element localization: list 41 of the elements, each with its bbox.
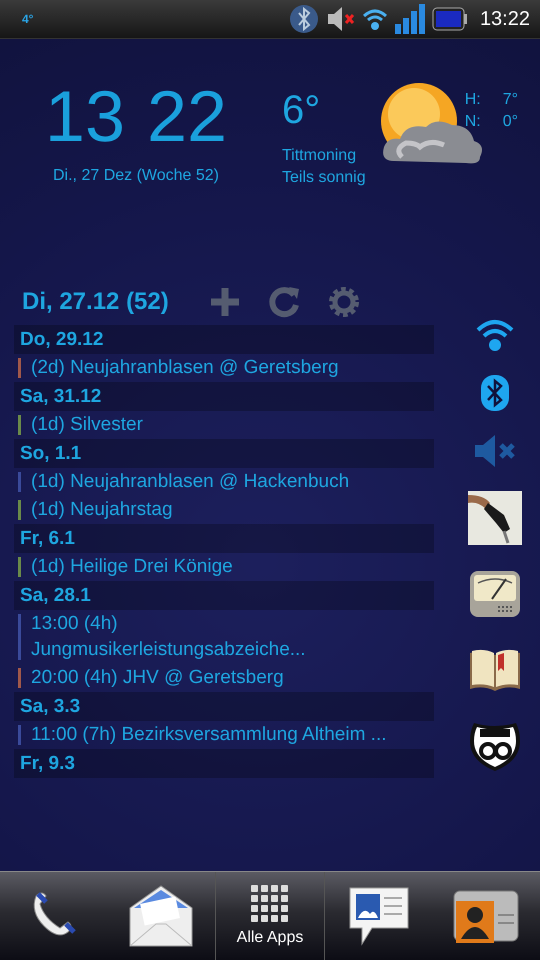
agenda-day-header: Fr, 9.3 xyxy=(14,749,434,778)
bluetooth-icon xyxy=(288,3,320,35)
agenda-day-header: Fr, 6.1 xyxy=(14,524,434,553)
clock-date: Di., 27 Dez (Woche 52) xyxy=(53,167,219,185)
add-icon[interactable] xyxy=(208,286,241,318)
status-time: 13:22 xyxy=(480,8,530,30)
agenda-day-header: Do, 29.12 xyxy=(14,325,434,354)
temperature-text: 4° xyxy=(22,12,34,26)
clock-minutes: 22 xyxy=(147,76,228,159)
agenda-day-header: Sa, 28.1 xyxy=(14,581,434,610)
agenda-day-header: Sa, 31.12 xyxy=(14,382,434,411)
signal-icon xyxy=(394,4,426,34)
fuel-nozzle-icon[interactable] xyxy=(468,491,522,545)
agenda-title: Di, 27.12 (52) xyxy=(22,288,169,316)
wifi-icon xyxy=(362,7,388,31)
refresh-icon[interactable] xyxy=(266,285,301,319)
low-label: N: xyxy=(464,113,481,131)
weather-condition: Teils sonnig xyxy=(282,168,366,188)
agenda-event[interactable]: (1d) Neujahrstag xyxy=(31,497,391,523)
high-temperature: 7° xyxy=(502,91,518,109)
agenda-event[interactable]: (2d) Neujahranblasen @ Geretsberg xyxy=(31,355,391,381)
agenda-event[interactable]: 13:00 (4h) Jungmusikerleistungsabzeiche... xyxy=(31,611,391,663)
agenda-day-header: Sa, 3.3 xyxy=(14,692,434,721)
clock-hours: 13 xyxy=(44,76,125,159)
mail-envelope-icon[interactable] xyxy=(128,884,194,948)
settings-icon[interactable] xyxy=(326,285,361,319)
app-grid-icon xyxy=(251,885,289,923)
agenda-day-header: So, 1.1 xyxy=(14,439,434,468)
high-label: H: xyxy=(464,91,481,109)
mute-toggle-icon[interactable] xyxy=(473,433,517,469)
agenda-event[interactable]: (1d) Heilige Drei Könige xyxy=(31,554,391,580)
wifi-toggle-icon[interactable] xyxy=(475,317,515,353)
battery-icon xyxy=(432,6,468,32)
weather-temperature: 6° xyxy=(282,87,322,134)
agenda-event[interactable]: 20:00 (4h) JHV @ Geretsberg xyxy=(31,665,391,691)
agenda-event[interactable]: (1d) Neujahranblasen @ Hackenbuch xyxy=(31,469,391,495)
weather-location: Tittmoning xyxy=(282,146,358,166)
agenda-event[interactable]: 11:00 (7h) Bezirksversammlung Altheim ... xyxy=(31,722,391,748)
low-temperature: 0° xyxy=(502,113,518,131)
agenda-event[interactable]: (1d) Silvester xyxy=(31,412,391,438)
bluetooth-toggle-icon[interactable] xyxy=(481,375,509,411)
